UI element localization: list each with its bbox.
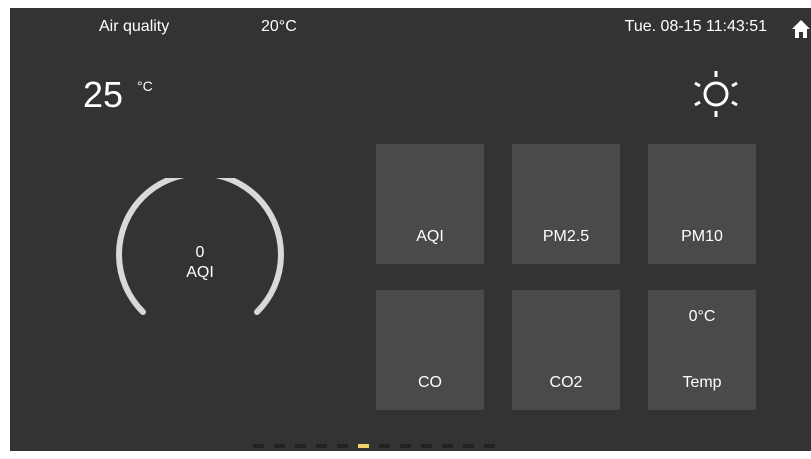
page-dot[interactable]: [295, 444, 306, 448]
page-dot[interactable]: [400, 444, 411, 448]
tile-pm25[interactable]: PM2.5: [512, 144, 620, 264]
sun-icon: [690, 68, 742, 120]
app-screen: Air quality 20°C Tue. 08-15 11:43:51 25 …: [10, 8, 811, 451]
tile-value: 0°C: [688, 308, 716, 325]
date-time: Tue. 08-15 11:43:51: [624, 18, 767, 35]
tile-aqi[interactable]: AQI: [376, 144, 484, 264]
outdoor-temperature: 20°C: [261, 18, 297, 35]
page-dot[interactable]: [316, 444, 327, 448]
tile-label: AQI: [416, 228, 444, 245]
tile-label: CO: [418, 374, 442, 391]
tile-label: PM2.5: [542, 228, 590, 245]
page-dot[interactable]: [484, 444, 495, 448]
temperature-unit: °C: [137, 78, 153, 94]
app-title: Air quality: [99, 18, 170, 35]
tile-co2[interactable]: CO2: [512, 290, 620, 410]
page-indicator[interactable]: [253, 444, 495, 448]
page-dot[interactable]: [463, 444, 474, 448]
page-dot[interactable]: [253, 444, 264, 448]
tile-label: CO2: [549, 374, 583, 391]
page-dot-active[interactable]: [358, 444, 369, 448]
tile-temp[interactable]: 0°C Temp: [648, 290, 756, 410]
tile-co[interactable]: CO: [376, 290, 484, 410]
page-dot[interactable]: [379, 444, 390, 448]
gauge-label: AQI: [186, 264, 214, 281]
page-dot[interactable]: [442, 444, 453, 448]
tile-pm10[interactable]: PM10: [648, 144, 756, 264]
home-icon[interactable]: [791, 19, 811, 39]
gauge-value: 0: [195, 244, 205, 261]
page-dot[interactable]: [421, 444, 432, 448]
page-dot[interactable]: [274, 444, 285, 448]
current-temperature: 25: [83, 74, 124, 115]
page-dot[interactable]: [337, 444, 348, 448]
tile-label: PM10: [681, 228, 723, 245]
tile-label: Temp: [682, 374, 722, 391]
